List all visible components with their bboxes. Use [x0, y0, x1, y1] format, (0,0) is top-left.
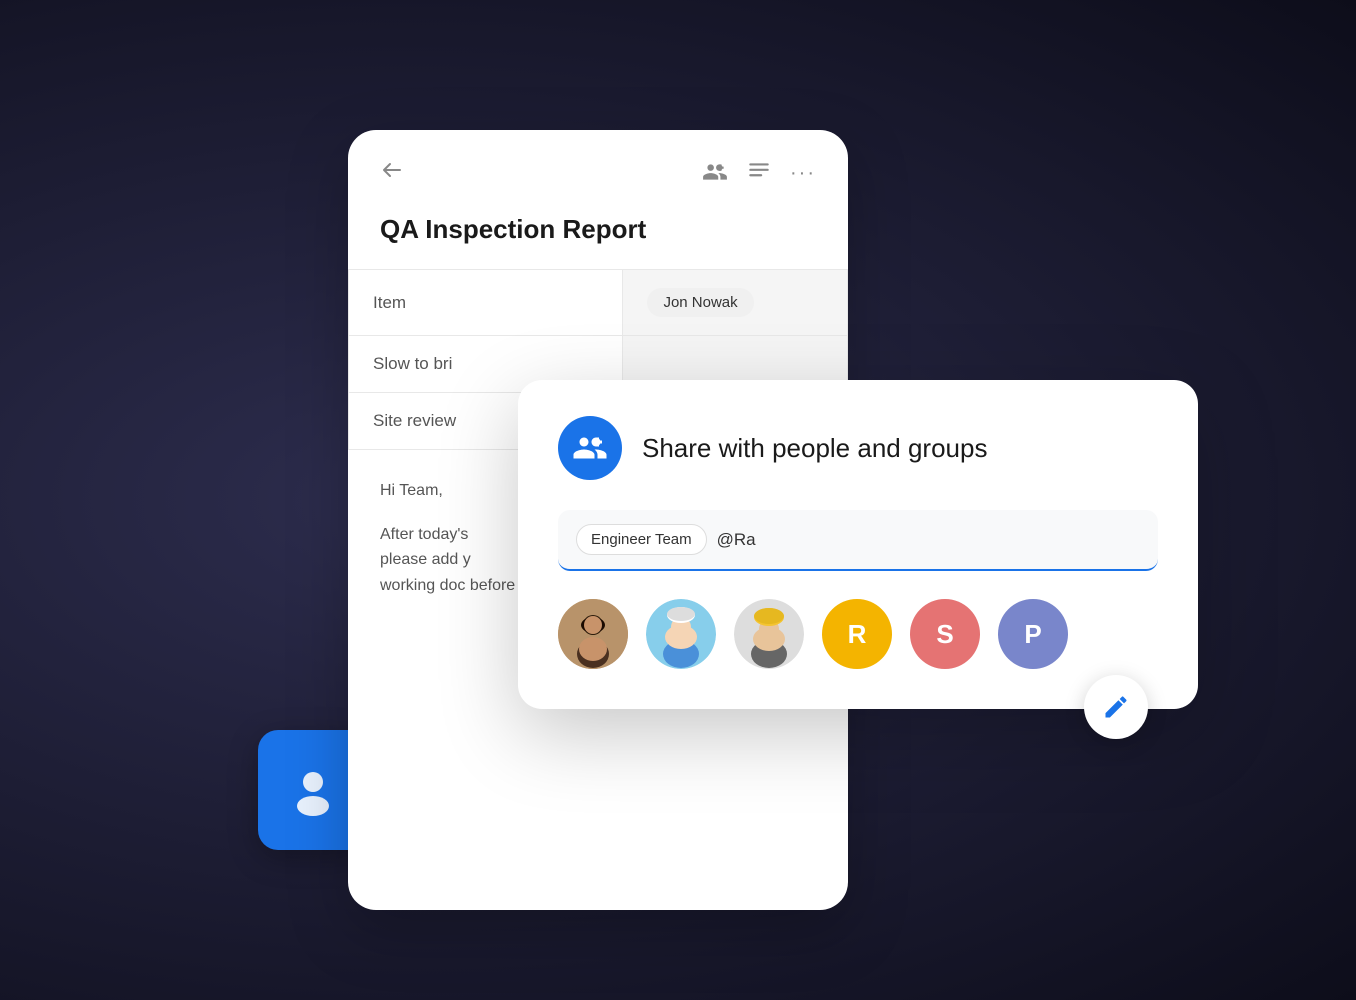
- edit-fab[interactable]: [1084, 675, 1148, 739]
- table-row: Item Jon Nowak: [349, 270, 848, 336]
- share-search-input[interactable]: [717, 530, 1140, 550]
- doc-view-button[interactable]: [746, 159, 772, 188]
- avatar-s[interactable]: S: [910, 599, 980, 669]
- share-dialog: Share with people and groups Engineer Te…: [518, 380, 1198, 709]
- value-cell: Jon Nowak: [623, 270, 848, 336]
- back-button[interactable]: [380, 158, 404, 188]
- person-icon: [285, 760, 341, 821]
- more-options-button[interactable]: ···: [790, 162, 816, 185]
- doc-title: QA Inspection Report: [348, 204, 848, 269]
- jon-badge: Jon Nowak: [647, 288, 753, 317]
- avatar-3[interactable]: [734, 599, 804, 669]
- avatar-1[interactable]: [558, 599, 628, 669]
- share-icon-circle: [558, 416, 622, 480]
- avatar-r-label: R: [848, 619, 867, 650]
- doc-header-icons: ···: [702, 159, 816, 188]
- engineer-team-chip[interactable]: Engineer Team: [576, 524, 707, 555]
- avatar-s-label: S: [936, 619, 953, 650]
- avatar-2[interactable]: [646, 599, 716, 669]
- avatar-p-label: P: [1024, 619, 1041, 650]
- doc-header: ···: [348, 130, 848, 204]
- share-header: Share with people and groups: [558, 416, 1158, 480]
- avatar-r[interactable]: R: [822, 599, 892, 669]
- avatar-p[interactable]: P: [998, 599, 1068, 669]
- add-person-button[interactable]: [702, 159, 728, 188]
- avatars-row: R S P: [558, 599, 1158, 669]
- share-input-area[interactable]: Engineer Team: [558, 510, 1158, 571]
- scene: ··· QA Inspection Report Item Jon Nowak …: [228, 90, 1128, 910]
- item-cell: Item: [349, 270, 623, 336]
- share-title: Share with people and groups: [642, 433, 987, 464]
